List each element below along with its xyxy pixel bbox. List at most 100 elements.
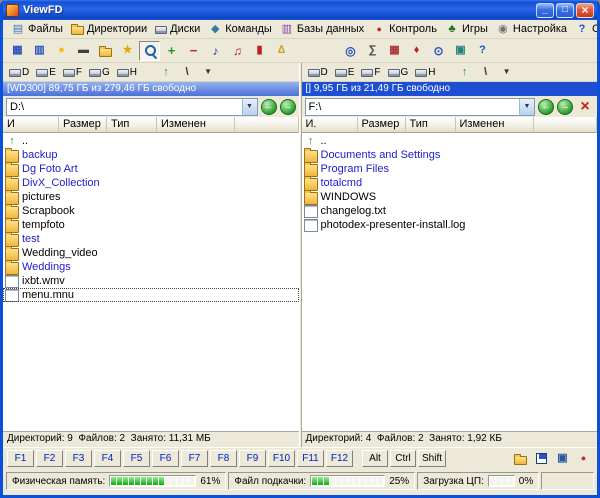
file-row-divx-collection[interactable]: DivX_Collection <box>3 176 299 191</box>
column-header-item-right[interactable]: Изменен <box>455 117 534 133</box>
fkey-f5-button[interactable]: F5 <box>123 450 150 467</box>
drive-d-button-left[interactable]: D <box>6 64 32 81</box>
column-header-item-left[interactable]: Размер <box>59 117 107 133</box>
maximize-button[interactable]: □ <box>556 2 574 18</box>
root-button-right[interactable]: \ <box>476 64 496 81</box>
menu-databases[interactable]: ▥ Базы данных <box>276 21 368 37</box>
drive-f-button-left[interactable]: F <box>60 64 85 81</box>
path-dropdown-right[interactable]: ▼ <box>519 98 534 115</box>
file-row-pictures[interactable]: pictures <box>3 190 299 205</box>
fkey-f11-button[interactable]: F11 <box>297 450 324 467</box>
toolbar-calculator-button[interactable]: ∑ <box>362 41 383 61</box>
toolbar-film-button[interactable]: ▬ <box>73 41 94 61</box>
abort-button[interactable]: × <box>576 98 594 116</box>
toolbar-remove-button[interactable]: − <box>183 41 204 61</box>
file-row-updir[interactable]: ↑.. <box>3 134 299 148</box>
modifier-shift-button[interactable]: Shift <box>418 450 447 467</box>
file-row-menu-mnu[interactable]: menu.mnu <box>3 288 299 302</box>
fkey-f8-button[interactable]: F8 <box>210 450 237 467</box>
forward-button-right[interactable]: → <box>557 98 573 115</box>
file-row-ixbt-wmv[interactable]: ixbt.wmv <box>3 274 299 288</box>
floppy-button[interactable] <box>532 450 551 467</box>
drive-g-button-right[interactable]: G <box>385 64 412 81</box>
file-row-changelog-txt[interactable]: changelog.txt <box>302 204 598 218</box>
toolbar-music-button[interactable]: ♪ <box>205 41 226 61</box>
menu-files[interactable]: ▤ Файлы <box>7 21 67 37</box>
menu-commands[interactable]: ◆ Команды <box>204 21 276 37</box>
folder-up-button-right[interactable]: ↑ <box>455 64 475 81</box>
fkey-f9-button[interactable]: F9 <box>239 450 266 467</box>
drive-h-button-right[interactable]: H <box>412 64 438 81</box>
path-input-left[interactable] <box>7 98 242 115</box>
toolbar-globe-button[interactable]: ◎ <box>340 41 361 61</box>
toolbar-favorites-button[interactable]: ★ <box>117 41 138 61</box>
file-row-dg-foto-art[interactable]: Dg Foto Art <box>3 162 299 177</box>
toolbar-marker-button[interactable]: ▮ <box>249 41 270 61</box>
fkey-f7-button[interactable]: F7 <box>181 450 208 467</box>
history-button-right[interactable]: ▼ <box>497 64 517 81</box>
close-button[interactable]: × <box>576 2 594 18</box>
menu-disks[interactable]: Диски <box>151 22 204 36</box>
fkey-f6-button[interactable]: F6 <box>152 450 179 467</box>
toolbar-add-button[interactable]: + <box>161 41 182 61</box>
toolbar-folders-button[interactable] <box>95 41 116 61</box>
drive-h-button-left[interactable]: H <box>114 64 140 81</box>
menu-control[interactable]: ● Контроль <box>368 21 441 37</box>
modifier-ctrl-button[interactable]: Ctrl <box>390 450 416 467</box>
toolbar-sound-button[interactable]: ♫ <box>227 41 248 61</box>
file-row-weddings[interactable]: Weddings <box>3 260 299 275</box>
toolbar-clock-button[interactable]: ⊙ <box>428 41 449 61</box>
forward-button-left[interactable]: → <box>279 98 296 115</box>
file-row-documents-and-settings[interactable]: Documents and Settings <box>302 148 598 163</box>
fkey-f3-button[interactable]: F3 <box>65 450 92 467</box>
path-dropdown-left[interactable]: ▼ <box>241 98 257 115</box>
drive-g-button-left[interactable]: G <box>86 64 113 81</box>
file-row-photodex-presenter-install-log[interactable]: photodex-presenter-install.log <box>302 218 598 232</box>
file-row-updir[interactable]: ↑.. <box>302 134 598 148</box>
titlebar[interactable]: ViewFD _ □ × <box>3 0 597 20</box>
drive-d-button-right[interactable]: D <box>305 64 331 81</box>
column-header-item-right[interactable]: Тип <box>405 117 456 133</box>
minimize-button[interactable]: _ <box>536 2 554 18</box>
file-list-right[interactable]: ↑.. Documents and Settings Program Files to… <box>301 133 598 431</box>
column-header-item-left[interactable]: Изменен <box>157 117 235 133</box>
fkey-f1-button[interactable]: F1 <box>7 450 34 467</box>
menu-games[interactable]: ♣ Игры <box>441 21 492 37</box>
root-button-left[interactable]: \ <box>177 64 197 81</box>
path-input-right[interactable] <box>305 98 519 115</box>
extract-button[interactable] <box>511 450 530 467</box>
exit-button[interactable]: ● <box>574 450 593 467</box>
folder-up-button-left[interactable]: ↑ <box>156 64 176 81</box>
file-list-left[interactable]: ↑.. backup Dg Foto Art DivX_Collection pictu… <box>3 133 299 431</box>
file-row-backup[interactable]: backup <box>3 148 299 163</box>
terminal-button[interactable]: ▣ <box>553 450 572 467</box>
toolbar-scales-button[interactable]: ∆ <box>271 41 292 61</box>
history-button-left[interactable]: ▼ <box>198 64 218 81</box>
back-button-left[interactable]: ← <box>260 98 277 115</box>
column-header-item-left[interactable]: И <box>3 117 59 133</box>
fkey-f10-button[interactable]: F10 <box>268 450 295 467</box>
drive-e-button-left[interactable]: E <box>33 64 59 81</box>
file-row-tempfoto[interactable]: tempfoto <box>3 218 299 233</box>
toolbar-lamp-button[interactable]: ● <box>51 41 72 61</box>
toolbar-cards-button[interactable]: ♦ <box>406 41 427 61</box>
fkey-f4-button[interactable]: F4 <box>94 450 121 467</box>
menu-help[interactable]: ? Справка <box>571 21 597 37</box>
file-row-program-files[interactable]: Program Files <box>302 162 598 177</box>
toolbar-help-button[interactable]: ? <box>472 41 493 61</box>
fkey-f12-button[interactable]: F12 <box>326 450 353 467</box>
toolbar-dual-panel-button[interactable]: ▦ <box>7 41 28 61</box>
back-button-right[interactable]: ← <box>538 98 554 115</box>
drive-f-button-right[interactable]: F <box>358 64 383 81</box>
menu-settings[interactable]: ◉ Настройка <box>492 21 571 37</box>
file-row-totalcmd[interactable]: totalcmd <box>302 176 598 191</box>
file-row-test[interactable]: test <box>3 232 299 247</box>
column-header-item-right[interactable]: Размер <box>357 117 406 133</box>
fkey-f2-button[interactable]: F2 <box>36 450 63 467</box>
file-row-wedding-video[interactable]: Wedding_video <box>3 246 299 261</box>
toolbar-split-view-button[interactable]: ▥ <box>29 41 50 61</box>
file-row-scrapbook[interactable]: Scrapbook <box>3 204 299 219</box>
column-header-item-left[interactable]: Тип <box>107 117 157 133</box>
menu-directories[interactable]: Директории <box>67 22 151 36</box>
file-row-windows[interactable]: WINDOWS <box>302 190 598 205</box>
